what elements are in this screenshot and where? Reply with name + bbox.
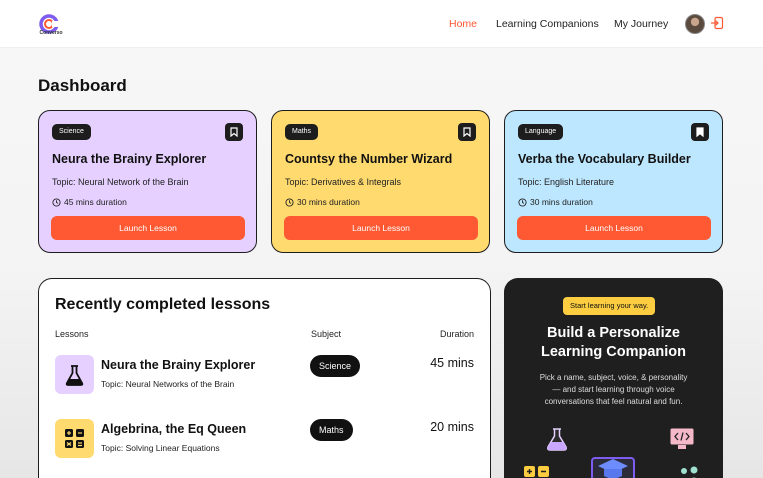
build-companion-cta: Start learning your way. Build a Persona…: [504, 278, 723, 478]
companion-card: Language Verba the Vocabulary Builder To…: [504, 110, 723, 253]
lesson-topic: Topic: Solving Linear Equations: [101, 443, 220, 453]
flask-illustration-icon: [547, 428, 567, 451]
companion-topic: Topic: English Literature: [518, 177, 615, 187]
bookmark-icon: [230, 127, 238, 137]
calculator-illustration-icon: [524, 466, 549, 477]
user-avatar[interactable]: [685, 14, 705, 34]
companion-duration: 45 mins duration: [52, 197, 127, 207]
companion-topic: Topic: Neural Network of the Brain: [52, 177, 189, 187]
companion-name: Neura the Brainy Explorer: [52, 152, 207, 166]
cta-desc-line: Pick a name, subject, voice, & personali…: [539, 373, 688, 382]
companion-card: Science Neura the Brainy Explorer Topic:…: [38, 110, 257, 253]
duration-text: 45 mins duration: [64, 197, 127, 207]
cta-pill: Start learning your way.: [563, 297, 656, 315]
people-illustration-icon: [681, 466, 698, 478]
flask-icon: [65, 365, 84, 386]
column-header-lessons: Lessons: [55, 329, 89, 339]
lesson-icon-tile[interactable]: [55, 355, 94, 394]
subject-badge: Maths: [285, 124, 319, 140]
clock-icon: [518, 197, 527, 207]
companion-topic: Topic: Derivatives & Integrals: [285, 177, 402, 187]
clock-icon: [52, 197, 61, 207]
bookmark-filled-icon: [696, 127, 704, 137]
launch-lesson-button[interactable]: Launch Lesson: [51, 216, 245, 240]
bookmark-button[interactable]: [458, 123, 476, 141]
duration-text: 30 mins duration: [530, 197, 593, 207]
subject-pill: Science: [310, 355, 361, 377]
recent-lessons-panel: Recently completed lessons Lessons Subje…: [38, 278, 491, 478]
cta-desc-line: conversations that feel natural and fun.: [544, 397, 683, 406]
launch-lesson-button[interactable]: Launch Lesson: [284, 216, 478, 240]
cta-heading-line: Learning Companion: [541, 344, 686, 360]
lesson-name[interactable]: Algebrina, the Eq Queen: [101, 422, 246, 436]
top-navbar: Converso Home Learning Companions My Jou…: [0, 0, 763, 48]
nav-learning-companions[interactable]: Learning Companions: [496, 18, 599, 30]
subject-badge: Language: [518, 124, 564, 140]
sign-out-icon[interactable]: [710, 16, 724, 30]
cta-description: Pick a name, subject, voice, & personali…: [522, 372, 705, 408]
companion-duration: 30 mins duration: [518, 197, 593, 207]
subject-badge: Science: [52, 124, 91, 140]
code-illustration-icon: [669, 427, 695, 449]
nav-home[interactable]: Home: [449, 18, 477, 30]
recent-lessons-title: Recently completed lessons: [55, 296, 271, 313]
bookmark-icon: [463, 127, 471, 137]
companion-name: Verba the Vocabulary Builder: [518, 152, 691, 166]
clock-icon: [285, 197, 294, 207]
subject-pill: Maths: [310, 419, 353, 441]
lesson-duration: 45 mins: [430, 356, 474, 370]
column-header-subject: Subject: [311, 329, 342, 339]
nav-my-journey[interactable]: My Journey: [614, 18, 668, 30]
cta-desc-line: — and start learning through voice: [552, 385, 675, 394]
column-header-duration: Duration: [439, 329, 474, 339]
lesson-name[interactable]: Neura the Brainy Explorer: [101, 358, 255, 372]
companion-duration: 30 mins duration: [285, 197, 360, 207]
graduation-cap-icon: [591, 457, 635, 478]
lesson-duration: 20 mins: [430, 420, 474, 434]
logo-text: Converso: [39, 30, 63, 36]
cta-heading: Build a Personalize Learning Companion: [504, 324, 723, 362]
cta-heading-line: Build a Personalize: [547, 325, 680, 341]
lesson-icon-tile[interactable]: [55, 419, 94, 458]
page-title: Dashboard: [38, 76, 127, 95]
bookmark-button[interactable]: [691, 123, 709, 141]
lesson-topic: Topic: Neural Networks of the Brain: [101, 379, 235, 389]
bookmark-button[interactable]: [225, 123, 243, 141]
companion-name: Countsy the Number Wizard: [285, 152, 453, 166]
duration-text: 30 mins duration: [297, 197, 360, 207]
calculator-icon: [65, 429, 84, 448]
launch-lesson-button[interactable]: Launch Lesson: [517, 216, 711, 240]
companion-card: Maths Countsy the Number Wizard Topic: D…: [271, 110, 490, 253]
